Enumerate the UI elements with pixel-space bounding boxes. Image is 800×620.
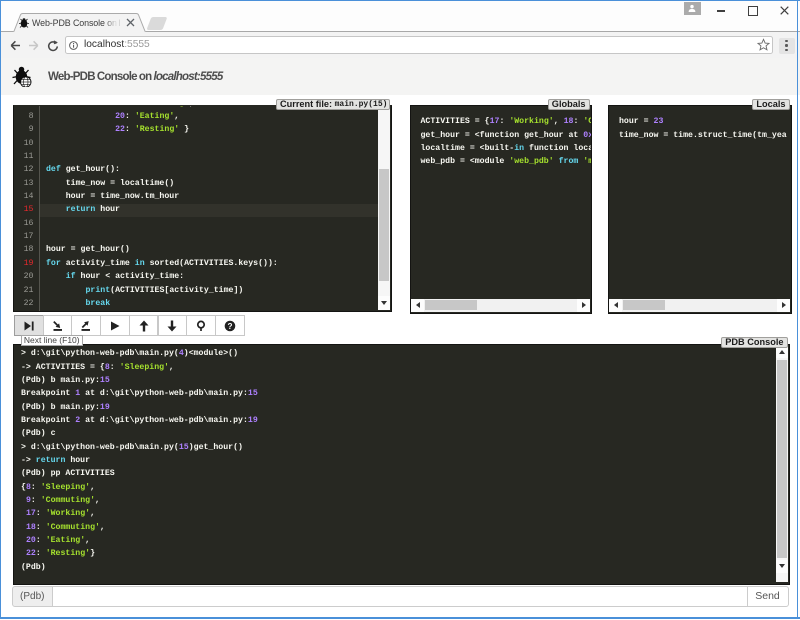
svg-text:?: ? — [227, 322, 232, 331]
